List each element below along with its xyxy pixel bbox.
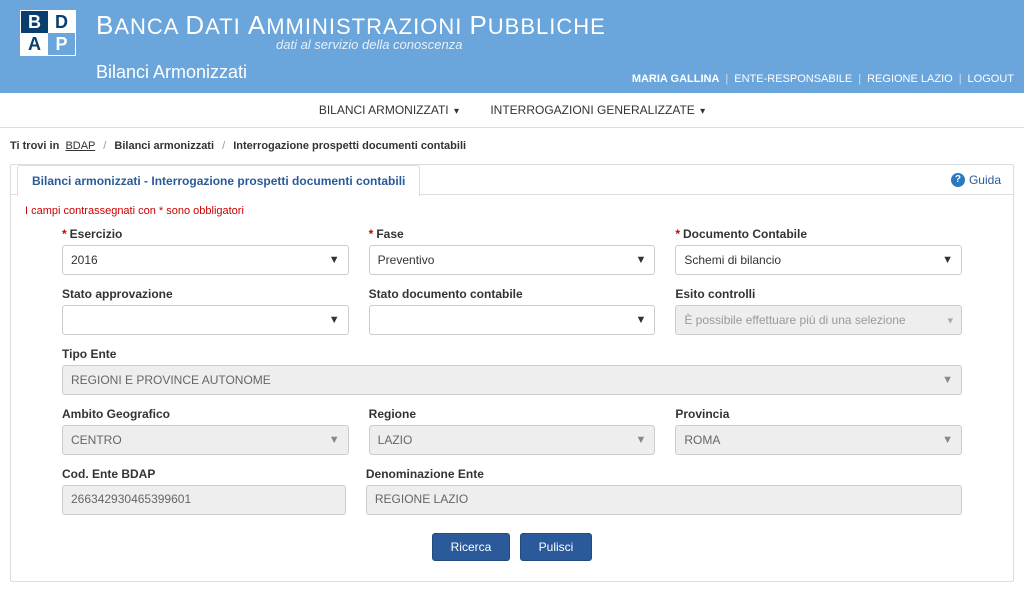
main-panel: Bilanci armonizzati - Interrogazione pro… (10, 164, 1014, 582)
regione-select: LAZIO▼ (369, 425, 656, 455)
user-role-link[interactable]: ENTE-RESPONSABILE (734, 73, 852, 85)
caret-down-icon: ▾ (947, 314, 953, 327)
chevron-down-icon: ▼ (329, 314, 340, 326)
chevron-down-icon: ▼ (942, 374, 953, 386)
chevron-down-icon: ▾ (454, 106, 459, 117)
main-nav: BILANCI ARMONIZZATI ▾ INTERROGAZIONI GEN… (0, 93, 1024, 128)
fase-select[interactable]: Preventivo▼ (369, 245, 656, 275)
stato-approv-select[interactable]: ▼ (62, 305, 349, 335)
chevron-down-icon: ▼ (942, 254, 953, 266)
nav-interrogazioni[interactable]: INTERROGAZIONI GENERALIZZATE ▾ (476, 100, 719, 120)
chevron-down-icon: ▼ (329, 254, 340, 266)
chevron-down-icon: ▼ (635, 434, 646, 446)
stato-doc-select[interactable]: ▼ (369, 305, 656, 335)
user-region-link[interactable]: REGIONE LAZIO (867, 73, 953, 85)
breadcrumb-bilanci: Bilanci armonizzati (114, 140, 214, 152)
esercizio-label: *Esercizio (62, 227, 349, 241)
fase-label: *Fase (369, 227, 656, 241)
nav-bilanci[interactable]: BILANCI ARMONIZZATI ▾ (305, 100, 473, 120)
search-button[interactable]: Ricerca (432, 533, 511, 561)
documento-select[interactable]: Schemi di bilancio▼ (675, 245, 962, 275)
user-bar: MARIA GALLINA | ENTE-RESPONSABILE | REGI… (632, 73, 1014, 85)
logout-link[interactable]: LOGOUT (968, 73, 1014, 85)
cod-ente-input: 266342930465399601 (62, 485, 346, 515)
esito-label: Esito controlli (675, 287, 962, 301)
denom-input: REGIONE LAZIO (366, 485, 962, 515)
help-link[interactable]: ? Guida (939, 173, 1013, 187)
clear-button[interactable]: Pulisci (520, 533, 593, 561)
stato-doc-label: Stato documento contabile (369, 287, 656, 301)
esercizio-select[interactable]: 2016▼ (62, 245, 349, 275)
chevron-down-icon: ▼ (329, 434, 340, 446)
chevron-down-icon: ▾ (700, 106, 705, 117)
breadcrumb-current: Interrogazione prospetti documenti conta… (233, 140, 466, 152)
tipo-ente-select: REGIONI E PROVINCE AUTONOME▼ (62, 365, 962, 395)
provincia-label: Provincia (675, 407, 962, 421)
user-name: MARIA GALLINA (632, 73, 720, 85)
header: BD AP BANCA DATI AMMINISTRAZIONI PUBBLIC… (0, 0, 1024, 93)
denom-label: Denominazione Ente (366, 467, 962, 481)
chevron-down-icon: ▼ (635, 314, 646, 326)
chevron-down-icon: ▼ (635, 254, 646, 266)
breadcrumb: Ti trovi in BDAP / Bilanci armonizzati /… (0, 128, 1024, 164)
cod-ente-label: Cod. Ente BDAP (62, 467, 346, 481)
tipo-ente-label: Tipo Ente (62, 347, 962, 361)
app-subtitle: dati al servizio della conoscenza (276, 37, 1004, 52)
logo: BD AP (20, 10, 76, 56)
ambito-label: Ambito Geografico (62, 407, 349, 421)
documento-label: *Documento Contabile (675, 227, 962, 241)
regione-label: Regione (369, 407, 656, 421)
breadcrumb-bdap[interactable]: BDAP (65, 140, 95, 152)
help-icon: ? (951, 173, 965, 187)
required-note: I campi contrassegnati con * sono obblig… (25, 205, 999, 217)
ambito-select: CENTRO▼ (62, 425, 349, 455)
chevron-down-icon: ▼ (942, 434, 953, 446)
provincia-select: ROMA▼ (675, 425, 962, 455)
panel-tab[interactable]: Bilanci armonizzati - Interrogazione pro… (17, 165, 420, 196)
esito-multiselect[interactable]: È possibile effettuare più di una selezi… (675, 305, 962, 335)
stato-approv-label: Stato approvazione (62, 287, 349, 301)
